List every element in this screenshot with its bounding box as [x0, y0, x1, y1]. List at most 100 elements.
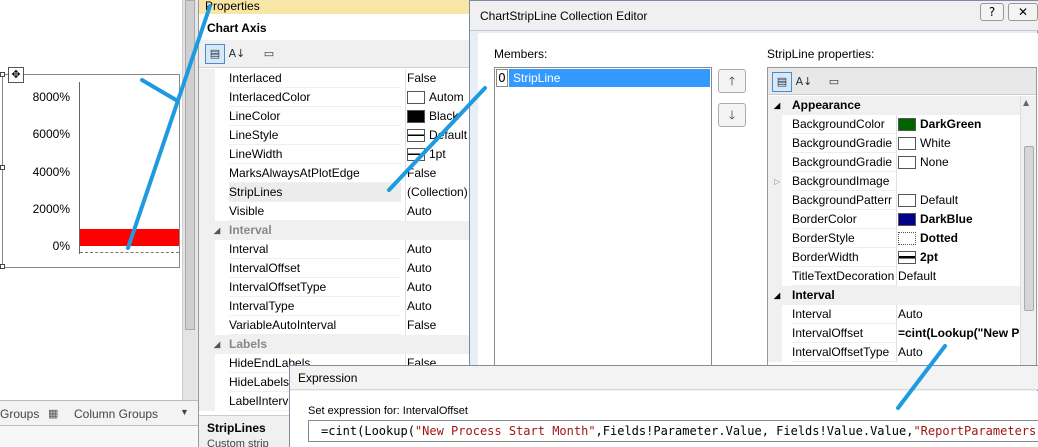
property-row[interactable]: BackgroundGradie White [768, 134, 1020, 153]
property-name: IntervalOffsetType [792, 343, 896, 362]
resize-handle[interactable] [0, 72, 5, 77]
property-row[interactable]: BackgroundPatterr Default [768, 191, 1020, 210]
property-value[interactable]: Auto [405, 278, 474, 297]
sort-alphabetical-icon[interactable]: A↓ [794, 72, 814, 92]
move-down-button[interactable]: 🡓 [718, 103, 746, 127]
property-value[interactable]: =cint(Lookup("New P [896, 324, 1020, 343]
dropdown-arrow-icon[interactable]: ▼ [180, 407, 189, 417]
property-row[interactable]: BorderColor DarkBlue [768, 210, 1020, 229]
property-category[interactable]: ◢ Labels [199, 335, 474, 354]
property-category[interactable]: ◢ Interval [768, 286, 1020, 305]
property-value[interactable]: (Collection) [405, 183, 474, 202]
property-value[interactable]: Auto [896, 305, 1020, 324]
property-value[interactable]: False [405, 69, 474, 88]
property-pages-icon[interactable]: ▭ [259, 44, 279, 64]
expression-input[interactable]: =cint(Lookup("New Process Start Month",F… [308, 420, 1038, 442]
property-row[interactable]: BorderWidth 2pt [768, 248, 1020, 267]
property-value[interactable]: Dotted [896, 229, 1020, 248]
row-gutter [199, 297, 215, 316]
resize-handle[interactable] [0, 264, 5, 269]
property-value[interactable]: Default [896, 191, 1020, 210]
collapse-icon[interactable]: ◢ [214, 335, 220, 354]
expand-icon[interactable]: ▷ [774, 172, 780, 191]
property-value[interactable]: Black [405, 107, 474, 126]
row-groups-label[interactable]: Groups [0, 407, 39, 421]
property-row[interactable]: TitleTextDecoration Default [768, 267, 1020, 286]
property-category[interactable]: ◢ Interval [199, 221, 474, 240]
property-grid: Interlaced False InterlacedColor Autom LineC… [199, 69, 474, 411]
scrollbar-thumb[interactable] [1024, 146, 1034, 311]
property-name: LineStyle [229, 126, 401, 145]
property-row[interactable]: Visible Auto [199, 202, 474, 221]
property-value[interactable]: False [405, 316, 474, 335]
property-value[interactable]: Auto [405, 259, 474, 278]
members-list[interactable]: 0 StripLine [494, 67, 712, 407]
property-row[interactable]: LineColor Black [199, 107, 474, 126]
property-value[interactable]: Default [896, 267, 1020, 286]
dialog-titlebar[interactable]: ChartStripLine Collection Editor ? ✕ [470, 1, 1038, 31]
property-row[interactable]: IntervalOffsetType Auto [199, 278, 474, 297]
property-row[interactable]: IntervalOffsetType Auto [768, 343, 1020, 362]
resize-handle[interactable] [0, 165, 5, 170]
close-button[interactable]: ✕ [1008, 3, 1038, 21]
property-row[interactable]: StripLines (Collection) [199, 183, 474, 202]
property-row[interactable]: IntervalOffset =cint(Lookup("New P [768, 324, 1020, 343]
categorized-icon[interactable]: ▤ [772, 72, 792, 92]
property-category[interactable]: ◢ Appearance [768, 96, 1020, 115]
collapse-icon[interactable]: ◢ [214, 221, 220, 240]
property-value[interactable]: False [405, 164, 474, 183]
expression-code-token: ,Fields!Parameter.Value, Fields!Value.Va… [595, 424, 914, 438]
sort-alphabetical-icon[interactable]: A↓ [227, 44, 247, 64]
help-button[interactable]: ? [980, 3, 1004, 21]
column-groups-label[interactable]: Column Groups [74, 407, 158, 421]
property-value[interactable]: DarkGreen [896, 115, 1020, 134]
move-handle-icon[interactable]: ✥ [8, 67, 24, 83]
property-row[interactable]: Interval Auto [199, 240, 474, 259]
border-style-swatch [898, 232, 916, 246]
property-value[interactable]: Auto [405, 297, 474, 316]
property-name: BorderWidth [792, 248, 896, 267]
property-row[interactable]: LineWidth 1pt [199, 145, 474, 164]
property-row[interactable]: VariableAutoInterval False [199, 316, 474, 335]
property-row[interactable]: InterlacedColor Autom [199, 88, 474, 107]
list-item[interactable]: 0 StripLine [496, 69, 710, 87]
property-value[interactable]: Autom [405, 88, 474, 107]
property-value[interactable]: White [896, 134, 1020, 153]
property-value[interactable]: Auto [405, 202, 474, 221]
property-value[interactable]: 2pt [896, 248, 1020, 267]
row-gutter [199, 145, 215, 164]
property-value-text: Auto [407, 204, 432, 218]
stripline-properties-label: StripLine properties: [767, 47, 875, 61]
property-value[interactable]: DarkBlue [896, 210, 1020, 229]
property-row[interactable]: IntervalType Auto [199, 297, 474, 316]
categorized-icon[interactable]: ▤ [205, 44, 225, 64]
property-row[interactable]: Interval Auto [768, 305, 1020, 324]
member-name[interactable]: StripLine [509, 69, 710, 87]
property-row[interactable]: IntervalOffset Auto [199, 259, 474, 278]
property-row[interactable]: BackgroundColor DarkGreen [768, 115, 1020, 134]
scroll-up-icon[interactable]: ▲ [1023, 98, 1029, 107]
color-swatch [898, 118, 916, 132]
property-row[interactable]: BorderStyle Dotted [768, 229, 1020, 248]
property-row[interactable]: BackgroundGradie None [768, 153, 1020, 172]
property-value[interactable] [896, 172, 1020, 191]
property-row[interactable]: MarksAlwaysAtPlotEdge False [199, 164, 474, 183]
property-value[interactable]: Default [405, 126, 474, 145]
property-row[interactable]: ▷ BackgroundImage [768, 172, 1020, 191]
collapse-icon[interactable]: ◢ [774, 96, 780, 115]
property-value[interactable]: Auto [896, 343, 1020, 362]
design-vertical-scrollbar[interactable] [182, 0, 196, 400]
scrollbar-thumb[interactable] [185, 0, 195, 330]
stripline-property-grid: ▤ A↓ ▭ ◢ Appearance BackgroundColor DarkGre… [767, 67, 1037, 367]
property-pages-icon[interactable]: ▭ [824, 72, 844, 92]
property-row[interactable]: Interlaced False [199, 69, 474, 88]
report-design-surface[interactable]: ✥ 8000% 6000% 4000% 2000% 0% [0, 0, 182, 400]
property-value-text: Auto [407, 280, 432, 294]
property-value[interactable]: Auto [405, 240, 474, 259]
move-up-button[interactable]: 🡑 [718, 69, 746, 93]
property-value[interactable]: 1pt [405, 145, 474, 164]
collapse-icon[interactable]: ◢ [774, 286, 780, 305]
property-value[interactable]: None [896, 153, 1020, 172]
stripline-grid-scrollbar[interactable]: ▲ [1020, 96, 1036, 366]
property-row[interactable]: LineStyle Default [199, 126, 474, 145]
